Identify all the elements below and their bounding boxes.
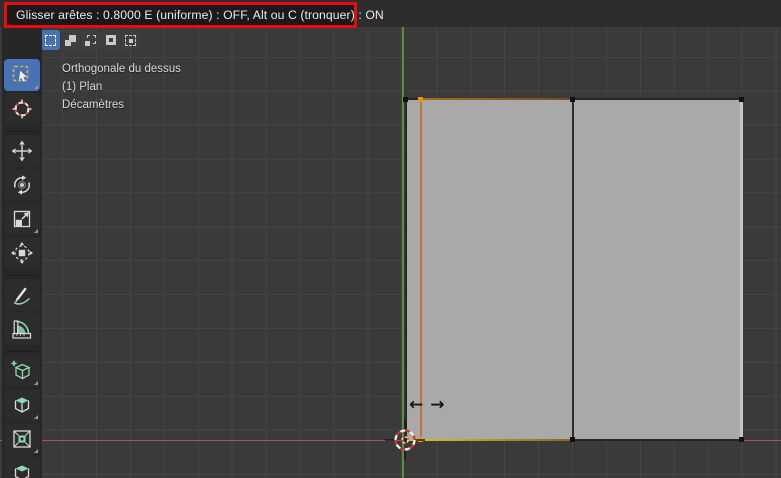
sliding-edge-selected[interactable]: [419, 99, 422, 439]
select-extend-icon: [65, 34, 76, 46]
select-subtract-button[interactable]: [81, 30, 100, 50]
vertex-slide-top-selected[interactable]: [418, 96, 424, 102]
vertex-top-right[interactable]: [739, 96, 745, 102]
scale-tool-button[interactable]: [4, 203, 40, 235]
bevel-tool-button[interactable]: [4, 457, 40, 478]
annotation-highlight-box: Glisser arêtes : 0.8000 E (uniforme) : O…: [4, 2, 384, 28]
object-label: (1) Plan: [62, 81, 103, 93]
transform-icon: [11, 242, 33, 264]
select-extend-button[interactable]: [61, 30, 80, 50]
measure-icon: [12, 320, 32, 339]
vertex-bottom-middle[interactable]: [570, 437, 576, 443]
viewport-header: Glisser arêtes : 0.8000 E (uniforme) : O…: [0, 0, 781, 28]
cursor-tool-button[interactable]: [4, 93, 40, 125]
select-intersect-icon: [125, 34, 136, 46]
vertex-top-middle[interactable]: [570, 96, 576, 102]
scale-icon: [13, 210, 31, 228]
bevel-icon: [14, 465, 30, 478]
plane-edge-left[interactable]: [405, 98, 407, 441]
y-axis-line: [401, 27, 404, 478]
inset-faces-icon: [13, 430, 31, 448]
plane-edge-right[interactable]: [740, 98, 743, 441]
select-box-tool-button[interactable]: [4, 59, 40, 91]
select-mode-bar: [41, 30, 140, 50]
rotate-icon: [14, 175, 30, 195]
vertex-top-left[interactable]: [402, 96, 408, 102]
select-box-icon: [12, 65, 29, 82]
select-difference-icon: [105, 35, 116, 45]
toolbar-separator: [6, 127, 38, 132]
view-label: Orthogonale du dessus: [62, 63, 181, 75]
extrude-region-icon: [14, 397, 30, 413]
tool-shelf: [2, 27, 42, 478]
3d-viewport[interactable]: Orthogonale du dessus (1) Plan Décamètre…: [0, 27, 781, 478]
extrude-region-tool-button[interactable]: [4, 389, 40, 421]
edge-slide-rail-top: [421, 98, 573, 100]
move-tool-button[interactable]: [4, 135, 40, 167]
measure-tool-button[interactable]: [4, 313, 40, 345]
rotate-tool-button[interactable]: [4, 169, 40, 201]
3d-cursor[interactable]: [383, 418, 427, 462]
viewport-info-overlay: Orthogonale du dessus (1) Plan Décamètre…: [62, 60, 181, 114]
annotate-tool-button[interactable]: [4, 279, 40, 311]
toolbar-separator: [6, 347, 38, 352]
select-set-icon: [45, 34, 56, 46]
select-intersect-button[interactable]: [121, 30, 140, 50]
plane-face[interactable]: [405, 99, 742, 440]
cursor-tool-icon: [12, 99, 32, 119]
operator-status-text: Glisser arêtes : 0.8000 E (uniforme) : O…: [16, 8, 384, 22]
arrow-right-icon: →: [430, 395, 445, 415]
transform-tool-button[interactable]: [4, 237, 40, 269]
edge-slide-rail-bottom: [406, 439, 573, 441]
arrow-left-icon: ←: [409, 395, 424, 415]
move-icon: [11, 140, 33, 162]
blender-window: Orthogonale du dessus (1) Plan Décamètre…: [0, 0, 781, 478]
unit-label: Décamètres: [62, 99, 124, 111]
add-cube-icon: [11, 360, 31, 380]
vertex-bottom-right[interactable]: [739, 437, 745, 443]
plane-edge-middle[interactable]: [572, 99, 574, 439]
toolbar-separator: [6, 271, 38, 276]
select-set-button[interactable]: [41, 30, 60, 50]
select-difference-button[interactable]: [101, 30, 120, 50]
add-cube-tool-button[interactable]: [4, 355, 40, 387]
select-subtract-icon: [85, 34, 96, 46]
annotate-icon: [13, 287, 31, 305]
edge-slide-arrows-cursor: ← →: [409, 395, 445, 415]
inset-faces-tool-button[interactable]: [4, 423, 40, 455]
